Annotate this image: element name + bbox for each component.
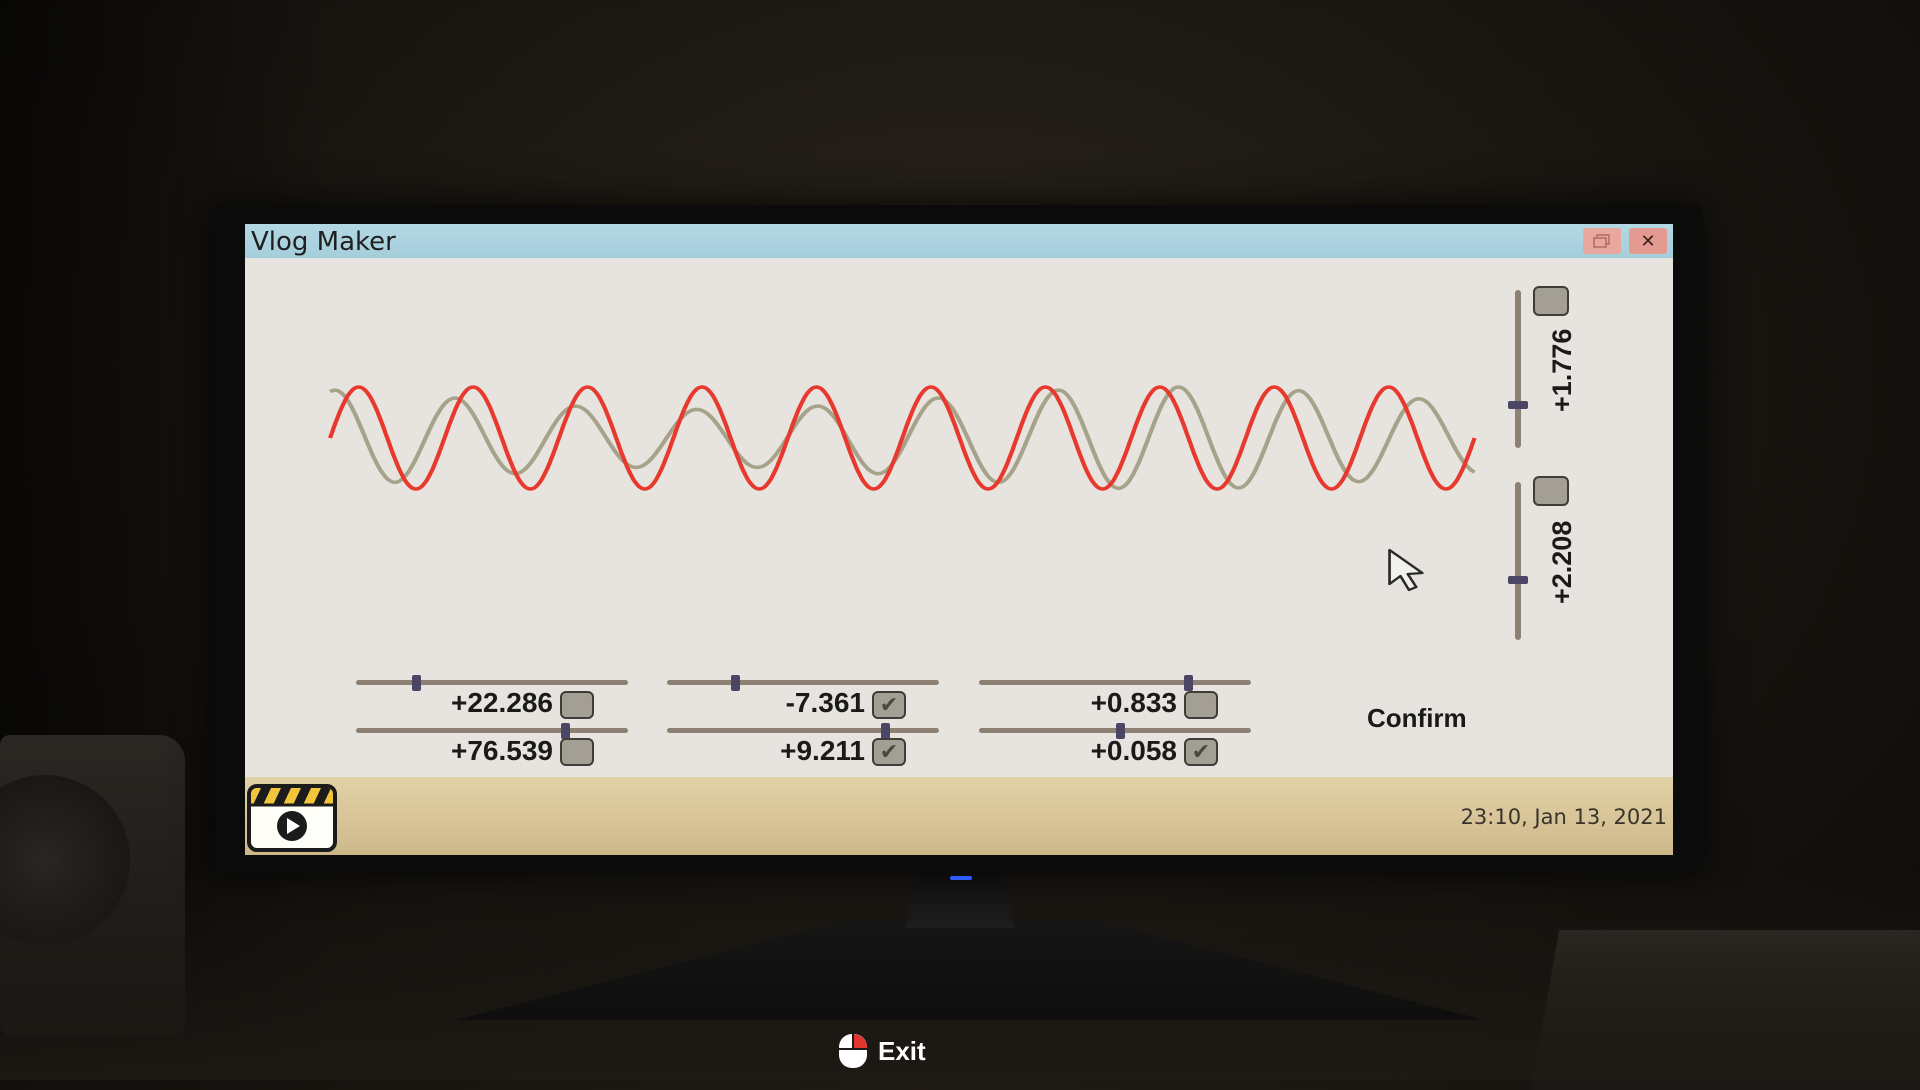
hslider-6-track[interactable] — [979, 728, 1251, 733]
hslider-2-value: +76.539 — [451, 735, 553, 766]
exit-label: Exit — [878, 1035, 926, 1066]
vertical-slider-1-thumb[interactable] — [1508, 401, 1528, 410]
hslider-3-checkbox[interactable]: ✔ — [872, 691, 906, 719]
vertical-checkbox-2[interactable] — [1533, 476, 1569, 506]
confirm-button[interactable]: Confirm — [1367, 703, 1467, 734]
restore-button[interactable] — [1583, 228, 1621, 254]
hslider-5-checkbox[interactable] — [1184, 691, 1218, 719]
waveform-display — [328, 385, 1477, 592]
hslider-5-thumb[interactable] — [1184, 675, 1194, 691]
monitor-screen: Vlog Maker ✕ +1.776 +2.208 +22.286 +76.5… — [245, 224, 1673, 855]
target-wave — [328, 385, 1477, 491]
hslider-2-track[interactable] — [356, 728, 628, 733]
hslider-2-checkbox[interactable] — [560, 738, 594, 766]
hslider-3-track[interactable] — [667, 680, 939, 685]
vertical-slider-1-value: +1.776 — [1547, 328, 1577, 412]
power-led — [950, 876, 972, 880]
hslider-4-value: +9.211 — [780, 735, 865, 766]
hslider-6-value: +0.058 — [1090, 735, 1177, 766]
clapperboard-graphic — [251, 788, 333, 841]
close-icon: ✕ — [1640, 230, 1656, 252]
vertical-slider-1-track[interactable] — [1515, 290, 1521, 448]
hslider-3-value: -7.361 — [785, 687, 865, 718]
vertical-slider-2-value: +2.208 — [1547, 520, 1577, 604]
vertical-checkbox-1[interactable] — [1533, 286, 1569, 316]
hslider-5-value: +0.833 — [1090, 687, 1177, 718]
hslider-4-checkbox[interactable]: ✔ — [872, 738, 906, 766]
hslider-4-thumb[interactable] — [880, 723, 890, 739]
cursor-icon — [1388, 548, 1424, 592]
taskbar-clock: 23:10, Jan 13, 2021 — [1460, 805, 1667, 829]
hslider-1-track[interactable] — [356, 680, 628, 685]
taskbar: 23:10, Jan 13, 2021 — [245, 777, 1673, 855]
restore-icon — [1593, 234, 1610, 248]
hslider-2-thumb[interactable] — [561, 723, 571, 739]
close-button[interactable]: ✕ — [1629, 228, 1667, 254]
window-titlebar: Vlog Maker ✕ — [245, 224, 1673, 258]
hslider-1-value: +22.286 — [451, 687, 553, 718]
clapperboard-play-icon[interactable] — [247, 784, 337, 852]
exit-prompt[interactable]: Exit — [838, 1033, 926, 1069]
hslider-5-track[interactable] — [979, 680, 1251, 685]
vertical-slider-2-thumb[interactable] — [1508, 575, 1528, 584]
hslider-4-track[interactable] — [667, 728, 939, 733]
vertical-slider-2-track[interactable] — [1515, 482, 1521, 640]
mouse-right-click-icon — [839, 1034, 867, 1068]
hslider-6-checkbox[interactable]: ✔ — [1184, 738, 1218, 766]
hslider-1-checkbox[interactable] — [560, 691, 594, 719]
window-title: Vlog Maker — [251, 227, 396, 257]
